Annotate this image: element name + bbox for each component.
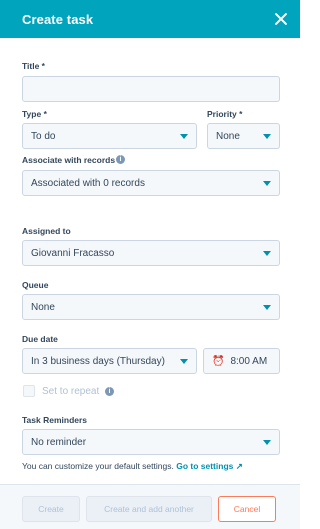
info-icon[interactable]: i <box>116 155 125 164</box>
due-time-value: 8:00 AM <box>230 355 268 367</box>
chevron-down-icon <box>180 358 188 364</box>
priority-select[interactable]: None <box>207 123 280 149</box>
associate-label: Associate with records <box>22 155 116 165</box>
assigned-label: Assigned to <box>22 226 71 236</box>
panel-title: Create task <box>22 11 94 27</box>
due-date-select[interactable]: In 3 business days (Thursday) <box>22 348 197 374</box>
chevron-down-icon <box>263 133 271 139</box>
helper-text: You can customize your default settings. <box>22 461 174 471</box>
reminders-select[interactable]: No reminder <box>22 429 280 455</box>
priority-value: None <box>216 130 240 142</box>
alarm-clock-icon: ⏰ <box>212 355 225 367</box>
priority-label: Priority * <box>207 109 243 119</box>
associate-value: Associated with 0 records <box>31 177 145 189</box>
assigned-value: Giovanni Fracasso <box>31 247 115 259</box>
due-time-input[interactable]: ⏰ 8:00 AM <box>203 348 280 374</box>
close-icon[interactable] <box>273 11 289 27</box>
chevron-down-icon <box>180 133 188 139</box>
associate-select[interactable]: Associated with 0 records <box>22 170 280 196</box>
repeat-checkbox[interactable] <box>23 385 35 397</box>
create-and-add-another-button[interactable]: Create and add another <box>86 496 212 522</box>
title-input[interactable] <box>22 76 280 102</box>
queue-select[interactable]: None <box>22 294 280 320</box>
queue-label: Queue <box>22 280 49 290</box>
panel-header: Create task <box>0 0 300 38</box>
due-date-label: Due date <box>22 334 58 344</box>
queue-value: None <box>31 301 55 313</box>
reminders-value: No reminder <box>31 436 87 448</box>
type-select[interactable]: To do <box>22 123 197 149</box>
assigned-select[interactable]: Giovanni Fracasso <box>22 240 280 266</box>
type-value: To do <box>31 130 56 142</box>
go-to-settings-link[interactable]: Go to settings ↗ <box>176 461 243 471</box>
chevron-down-icon <box>263 250 271 256</box>
type-label: Type * <box>22 109 47 119</box>
external-link-icon: ↗ <box>235 461 243 471</box>
footer-bar: Create Create and add another Cancel <box>0 484 300 529</box>
title-label: Title * <box>22 61 45 71</box>
chevron-down-icon <box>263 180 271 186</box>
reminders-label: Task Reminders <box>22 415 88 425</box>
info-icon[interactable]: i <box>105 387 114 396</box>
cancel-button[interactable]: Cancel <box>218 496 276 522</box>
create-button[interactable]: Create <box>22 496 80 522</box>
due-date-value: In 3 business days (Thursday) <box>31 355 165 367</box>
settings-helper: You can customize your default settings.… <box>22 461 243 472</box>
chevron-down-icon <box>263 304 271 310</box>
chevron-down-icon <box>263 439 271 445</box>
repeat-label: Set to repeat <box>42 386 100 397</box>
